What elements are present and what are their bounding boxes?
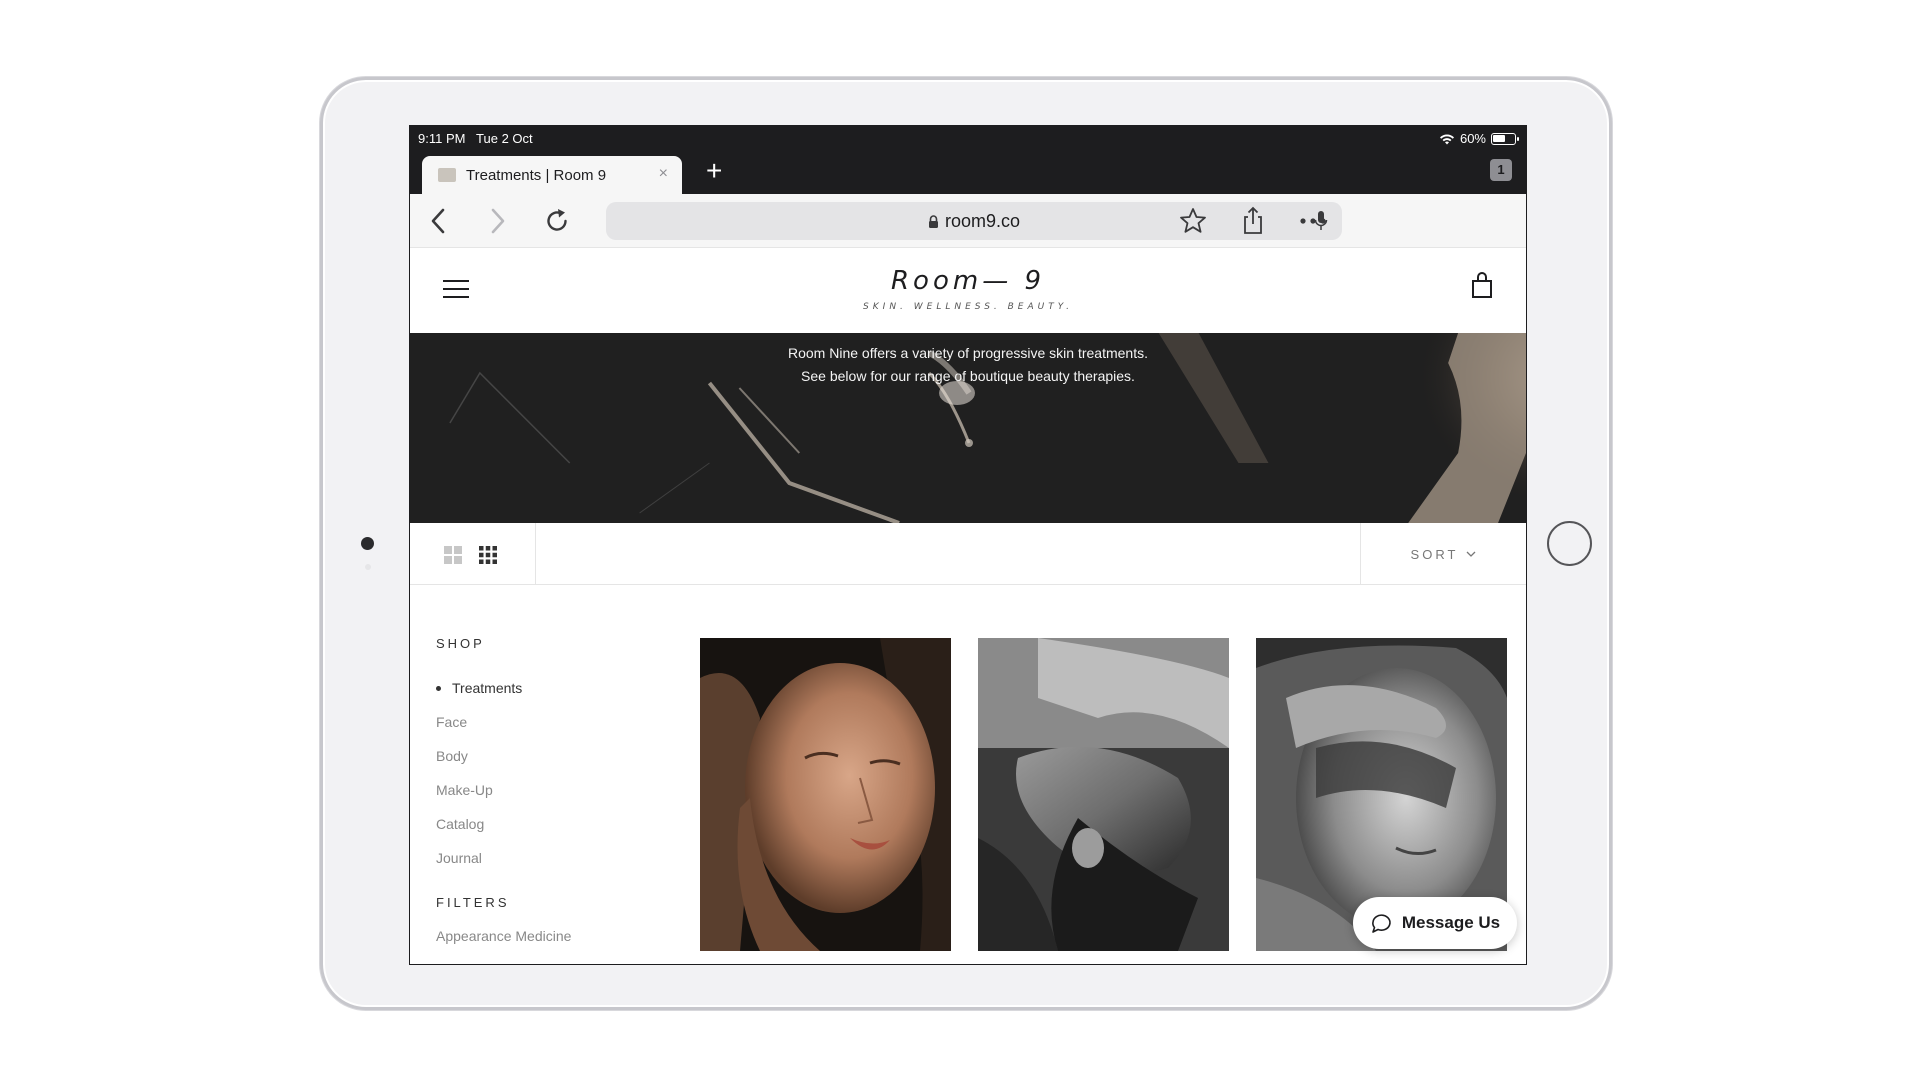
tab-title: Treatments | Room 9 (466, 166, 607, 184)
sidebar-item-label: Journal (436, 850, 482, 866)
status-indicators: 60% (1439, 131, 1519, 146)
product-card-1[interactable] (700, 638, 951, 951)
hero-banner: Room Nine offers a variety of progressiv… (410, 333, 1526, 523)
home-button[interactable] (1547, 521, 1592, 566)
screen: 9:11 PM Tue 2 Oct 60% Treatments | Room … (409, 125, 1527, 965)
sidebar-item-label: Body (436, 748, 468, 764)
sidebar-item-catalog[interactable]: Catalog (436, 807, 656, 841)
shop-sidebar: SHOP Treatments Face Body Make-Up Catalo… (436, 636, 656, 944)
shop-heading: SHOP (436, 636, 485, 651)
view-options-bar: SORT (410, 523, 1526, 585)
url-display: room9.co (606, 211, 1342, 232)
filters-heading: FILTERS (436, 895, 510, 910)
back-icon[interactable] (424, 206, 454, 236)
favicon-icon (438, 168, 456, 182)
more-icon[interactable] (1298, 206, 1328, 236)
sidebar-item-face[interactable]: Face (436, 705, 656, 739)
hero-line-1: Room Nine offers a variety of progressiv… (787, 345, 1148, 361)
battery-level (1493, 134, 1505, 142)
tab-count-badge[interactable]: 1 (1490, 159, 1512, 181)
site-logo[interactable]: Room— 9 (410, 266, 1526, 296)
status-time: 9:11 PM Tue 2 Oct (418, 131, 533, 146)
grid-2x2-icon[interactable] (443, 545, 463, 565)
browser-tab-active[interactable]: Treatments | Room 9 × (422, 156, 682, 194)
sidebar-item-label: Treatments (452, 680, 523, 696)
sort-label: SORT (1410, 546, 1459, 562)
filter-appearance-medicine[interactable]: Appearance Medicine (436, 928, 656, 944)
front-camera (361, 537, 374, 550)
lock-icon (928, 215, 938, 228)
sidebar-item-label: Make-Up (436, 782, 493, 798)
reload-icon[interactable] (542, 206, 572, 236)
chat-bubble-icon (1371, 914, 1391, 933)
site-tagline: SKIN. WELLNESS. BEAUTY. (863, 302, 1073, 312)
new-tab-icon[interactable]: + (706, 157, 722, 185)
sidebar-item-label: Face (436, 714, 468, 730)
shop-category-list: Treatments Face Body Make-Up Catalog Jou… (436, 671, 656, 875)
shopping-bag-icon[interactable] (1471, 272, 1493, 298)
bookmark-star-icon[interactable] (1178, 206, 1208, 236)
battery-percent: 60% (1459, 131, 1486, 146)
active-bullet (436, 685, 441, 691)
camera-sensor (365, 564, 371, 570)
chevron-down-icon (1466, 551, 1476, 557)
wifi-icon (1439, 134, 1454, 144)
product-image-portrait-bw-tilted (978, 638, 1229, 951)
status-bar: 9:11 PM Tue 2 Oct 60% (410, 126, 1526, 152)
hero-line-2: See below for our range of boutique beau… (801, 368, 1135, 384)
grid-3x3-icon[interactable] (478, 545, 498, 565)
sidebar-item-body[interactable]: Body (436, 739, 656, 773)
message-us-button[interactable]: Message Us (1353, 897, 1517, 949)
battery-icon (1491, 132, 1519, 145)
sidebar-item-label: Catalog (436, 816, 485, 832)
view-toggle (410, 523, 536, 585)
sort-dropdown[interactable]: SORT (1360, 523, 1526, 585)
product-image-portrait-color (700, 638, 951, 951)
share-icon[interactable] (1238, 206, 1268, 236)
url-text: room9.co (944, 211, 1021, 231)
browser-tab-bar: Treatments | Room 9 × + 1 (410, 152, 1526, 194)
message-us-label: Message Us (1401, 913, 1501, 932)
product-card-2[interactable] (978, 638, 1229, 951)
close-tab-icon[interactable]: × (659, 165, 668, 183)
sidebar-item-journal[interactable]: Journal (436, 841, 656, 875)
browser-toolbar: room9.co (410, 194, 1526, 248)
sidebar-item-treatments[interactable]: Treatments (436, 671, 656, 705)
sidebar-item-make-up[interactable]: Make-Up (436, 773, 656, 807)
site-header: Room— 9 SKIN. WELLNESS. BEAUTY. (410, 248, 1526, 333)
forward-icon[interactable] (482, 206, 512, 236)
address-bar[interactable]: room9.co (606, 202, 1342, 240)
hero-text: Room Nine offers a variety of progressiv… (410, 342, 1526, 388)
